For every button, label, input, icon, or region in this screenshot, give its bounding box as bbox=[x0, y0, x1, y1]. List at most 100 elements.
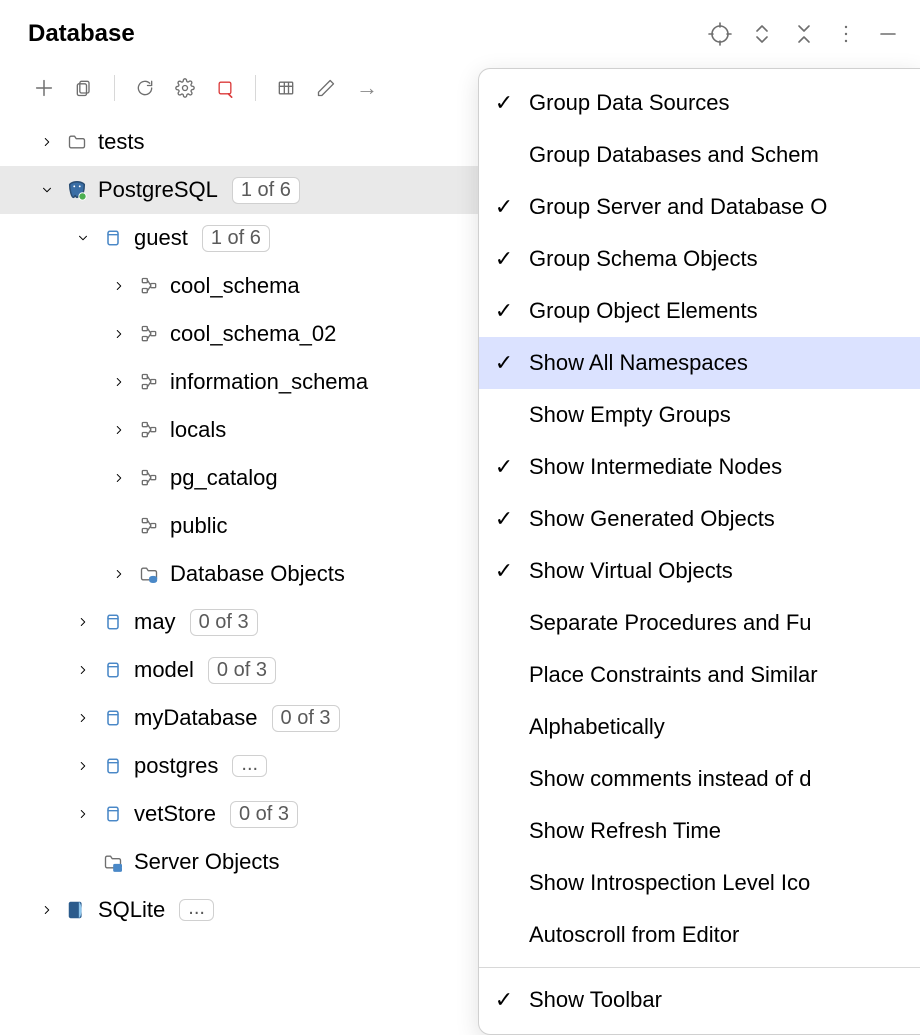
chevron-right-icon[interactable] bbox=[110, 517, 128, 535]
settings-icon[interactable] bbox=[169, 72, 201, 104]
toolbar-separator bbox=[114, 75, 115, 101]
chevron-right-icon[interactable] bbox=[110, 565, 128, 583]
check-icon: ✓ bbox=[493, 194, 515, 220]
tree-row-label: cool_schema_02 bbox=[170, 321, 336, 347]
check-icon: ✓ bbox=[493, 987, 515, 1013]
chevron-down-icon[interactable] bbox=[74, 229, 92, 247]
expand-icon[interactable] bbox=[750, 22, 774, 46]
chevron-right-icon[interactable] bbox=[74, 805, 92, 823]
check-icon: ✓ bbox=[493, 90, 515, 116]
schema-icon bbox=[138, 419, 160, 441]
tree-row-label: guest bbox=[134, 225, 188, 251]
target-icon[interactable] bbox=[708, 22, 732, 46]
chevron-right-icon[interactable] bbox=[110, 325, 128, 343]
menu-item[interactable]: Show comments instead of d bbox=[479, 753, 920, 805]
toolbar-separator bbox=[255, 75, 256, 101]
sqlite-icon bbox=[66, 899, 88, 921]
menu-item-label: Autoscroll from Editor bbox=[529, 922, 739, 948]
folder-icon bbox=[66, 131, 88, 153]
tree-row-label: Server Objects bbox=[134, 849, 280, 875]
db-icon bbox=[102, 611, 124, 633]
menu-item-label: Group Object Elements bbox=[529, 298, 758, 324]
count-badge[interactable]: 0 of 3 bbox=[230, 801, 298, 828]
menu-item[interactable]: ✓Show All Namespaces bbox=[479, 337, 920, 389]
menu-item[interactable]: Place Constraints and Similar bbox=[479, 649, 920, 701]
chevron-right-icon[interactable] bbox=[74, 757, 92, 775]
menu-item-label: Alphabetically bbox=[529, 714, 665, 740]
count-badge[interactable]: 0 of 3 bbox=[272, 705, 340, 732]
count-badge[interactable]: 1 of 6 bbox=[202, 225, 270, 252]
panel-title: Database bbox=[28, 20, 135, 48]
chevron-right-icon[interactable] bbox=[74, 613, 92, 631]
count-badge[interactable]: 0 of 3 bbox=[208, 657, 276, 684]
menu-item[interactable]: ✓Show Intermediate Nodes bbox=[479, 441, 920, 493]
refresh-icon[interactable] bbox=[129, 72, 161, 104]
schema-icon bbox=[138, 323, 160, 345]
menu-item[interactable]: Show Empty Groups bbox=[479, 389, 920, 441]
more-icon[interactable] bbox=[834, 22, 858, 46]
tree-row-label: locals bbox=[170, 417, 226, 443]
db-icon bbox=[102, 227, 124, 249]
tree-row-label: vetStore bbox=[134, 801, 216, 827]
chevron-right-icon[interactable] bbox=[110, 277, 128, 295]
tree-row-label: pg_catalog bbox=[170, 465, 278, 491]
chevron-right-icon[interactable] bbox=[110, 421, 128, 439]
menu-item-label: Place Constraints and Similar bbox=[529, 662, 818, 688]
tree-row-label: tests bbox=[98, 129, 144, 155]
tree-row-label: myDatabase bbox=[134, 705, 258, 731]
tree-row-label: model bbox=[134, 657, 194, 683]
schema-icon bbox=[138, 467, 160, 489]
chevron-down-icon[interactable] bbox=[38, 181, 56, 199]
menu-item[interactable]: Show Refresh Time bbox=[479, 805, 920, 857]
chevron-right-icon[interactable] bbox=[38, 901, 56, 919]
add-button[interactable] bbox=[28, 72, 60, 104]
count-badge[interactable]: 0 of 3 bbox=[190, 609, 258, 636]
chevron-right-icon[interactable] bbox=[110, 373, 128, 391]
schema-icon bbox=[138, 515, 160, 537]
copy-ddl-icon[interactable] bbox=[68, 72, 100, 104]
count-badge[interactable]: ... bbox=[232, 755, 267, 777]
tree-row-label: SQLite bbox=[98, 897, 165, 923]
menu-item-label: Show Refresh Time bbox=[529, 818, 721, 844]
db-icon bbox=[102, 707, 124, 729]
chevron-right-icon[interactable] bbox=[74, 853, 92, 871]
options-menu: ✓ Group Data Sources Group Databases and S… bbox=[478, 68, 920, 1035]
menu-item[interactable]: Show Introspection Level Ico bbox=[479, 857, 920, 909]
menu-item[interactable]: ✓Group Object Elements bbox=[479, 285, 920, 337]
count-badge[interactable]: 1 of 6 bbox=[232, 177, 300, 204]
check-icon: ✓ bbox=[493, 454, 515, 480]
table-icon[interactable] bbox=[270, 72, 302, 104]
tree-row-label: may bbox=[134, 609, 176, 635]
menu-item[interactable]: Alphabetically bbox=[479, 701, 920, 753]
header-actions bbox=[708, 22, 900, 46]
menu-item[interactable]: ✓Show Toolbar bbox=[479, 974, 920, 1026]
menu-item[interactable]: Group Databases and Schem bbox=[479, 129, 920, 181]
chevron-right-icon[interactable] bbox=[38, 133, 56, 151]
db-icon bbox=[102, 659, 124, 681]
menu-item[interactable]: ✓ Show Generated Objects bbox=[479, 493, 920, 545]
tree-row-label: information_schema bbox=[170, 369, 368, 395]
menu-item[interactable]: Autoscroll from Editor bbox=[479, 909, 920, 961]
menu-item[interactable]: ✓Show Virtual Objects bbox=[479, 545, 920, 597]
chevron-right-icon[interactable] bbox=[74, 709, 92, 727]
chevron-right-icon[interactable] bbox=[74, 661, 92, 679]
menu-item-label: Show Generated Objects bbox=[529, 506, 775, 532]
menu-item-label: Group Server and Database O bbox=[529, 194, 827, 220]
stop-icon[interactable] bbox=[209, 72, 241, 104]
collapse-icon[interactable] bbox=[792, 22, 816, 46]
postgres-icon bbox=[66, 179, 88, 201]
menu-item[interactable]: Separate Procedures and Fu bbox=[479, 597, 920, 649]
count-badge[interactable]: ... bbox=[179, 899, 214, 921]
check-icon: ✓ bbox=[493, 506, 515, 532]
menu-item[interactable]: ✓ Group Data Sources bbox=[479, 77, 920, 129]
menu-item[interactable]: ✓Group Schema Objects bbox=[479, 233, 920, 285]
minimize-icon[interactable] bbox=[876, 22, 900, 46]
tree-row-label: Database Objects bbox=[170, 561, 345, 587]
chevron-right-icon[interactable] bbox=[110, 469, 128, 487]
menu-item-label: Separate Procedures and Fu bbox=[529, 610, 812, 636]
menu-item[interactable]: ✓ Group Server and Database O bbox=[479, 181, 920, 233]
menu-item-label: Show Empty Groups bbox=[529, 402, 731, 428]
menu-item-label: Group Data Sources bbox=[529, 90, 730, 116]
edit-icon[interactable] bbox=[310, 72, 342, 104]
go-icon[interactable]: → bbox=[358, 79, 376, 97]
